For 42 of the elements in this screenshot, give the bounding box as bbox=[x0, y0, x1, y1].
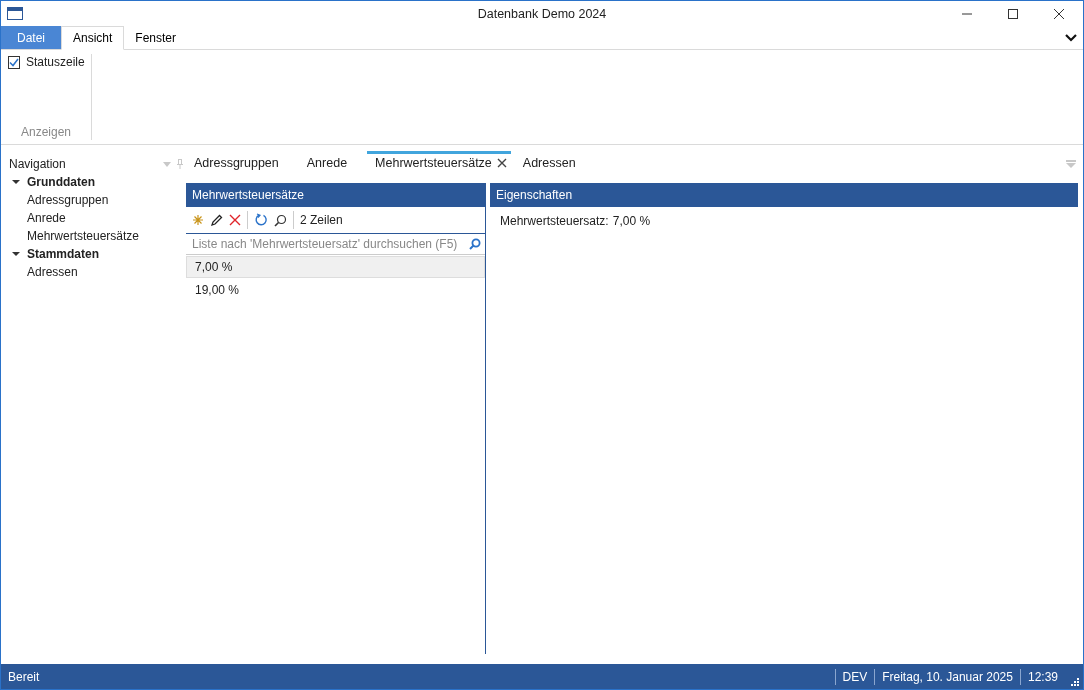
ribbon-tab[interactable]: Ansicht bbox=[61, 26, 125, 50]
list-row[interactable]: 7,00 % bbox=[186, 256, 485, 278]
window-icon bbox=[7, 7, 23, 20]
tree-group[interactable]: Stammdaten bbox=[9, 245, 185, 263]
ribbon-tab[interactable]: Datei bbox=[1, 26, 61, 49]
field-value: 7,00 % bbox=[612, 214, 651, 228]
chevron-down-icon[interactable] bbox=[1065, 33, 1077, 42]
status-cell: DEV bbox=[834, 668, 875, 685]
tree-item[interactable]: Adressgruppen bbox=[9, 191, 185, 209]
close-icon[interactable] bbox=[496, 158, 507, 168]
sparkle-icon[interactable] bbox=[192, 214, 204, 226]
search-icon[interactable] bbox=[274, 213, 287, 227]
panel-title: Navigation bbox=[9, 157, 66, 171]
maximize-icon[interactable] bbox=[1007, 7, 1019, 20]
search-icon bbox=[469, 238, 481, 250]
tree-group[interactable]: Grunddaten bbox=[9, 173, 185, 191]
delete-icon[interactable] bbox=[229, 214, 241, 226]
document-tab[interactable]: Adressgruppen bbox=[186, 151, 287, 177]
status-text: Bereit bbox=[7, 669, 40, 684]
refresh-icon[interactable] bbox=[254, 213, 268, 227]
pencil-icon[interactable] bbox=[210, 213, 223, 227]
panel-header: Mehrwertsteuersätze bbox=[186, 183, 485, 207]
tree-item[interactable]: Anrede bbox=[9, 209, 185, 227]
list-row[interactable]: 19,00 % bbox=[186, 279, 485, 301]
status-cell: 12:39 bbox=[1019, 668, 1065, 685]
document-tab[interactable]: Mehrwertsteuersätze bbox=[367, 151, 511, 177]
checkbox-label: Statuszeile bbox=[26, 55, 85, 69]
field-label: Mehrwertsteuersatz: bbox=[500, 214, 609, 228]
document-tab[interactable]: Adressen bbox=[514, 151, 584, 177]
group-label: Anzeigen bbox=[19, 125, 72, 140]
resize-grip-icon[interactable] bbox=[1069, 675, 1079, 686]
checkbox[interactable] bbox=[8, 55, 20, 69]
close-icon[interactable] bbox=[1053, 7, 1065, 20]
caret-icon[interactable] bbox=[12, 250, 20, 258]
tree-item[interactable]: Mehrwertsteuersätze bbox=[9, 227, 185, 245]
caret-icon[interactable] bbox=[12, 178, 20, 186]
window-title: Datenbank Demo 2024 bbox=[476, 6, 608, 21]
document-tab[interactable]: Anrede bbox=[298, 151, 356, 177]
tree-item[interactable]: Adressen bbox=[9, 263, 185, 281]
row-count: 2 Zeilen bbox=[300, 213, 343, 227]
panel-header: Eigenschaften bbox=[490, 183, 1078, 207]
status-cell: Freitag, 10. Januar 2025 bbox=[874, 668, 1020, 685]
